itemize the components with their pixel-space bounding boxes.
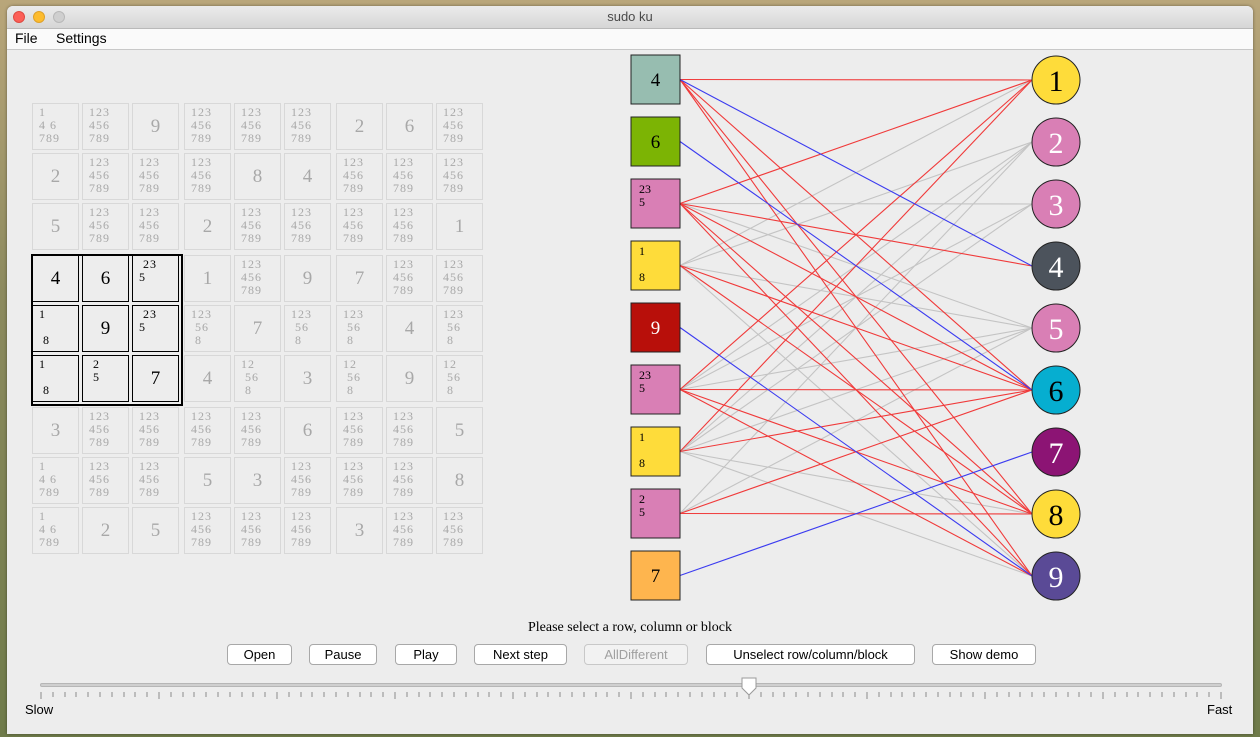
cell-node-candidates: 5 — [639, 195, 645, 209]
value-node-label: 9 — [1049, 561, 1064, 594]
main-content: 1 4 6 789 123 456 789 9 123 456 789 123 456 … — [7, 50, 1253, 734]
show-demo-button[interactable]: Show demo — [932, 644, 1036, 665]
title-bar: sudo ku — [7, 6, 1253, 29]
value-node-label: 8 — [1049, 499, 1064, 532]
status-message: Please select a row, column or block — [528, 620, 732, 635]
speed-slider[interactable] — [40, 683, 1222, 687]
cell-node-label: 4 — [651, 70, 661, 91]
graph-edge — [679, 388, 1033, 391]
constraint-graph: 46 2351 89 2351 8 2 57123456789 — [630, 54, 1081, 601]
app-window: sudo ku File Settings 1 4 6 789 123 456 7… — [7, 6, 1253, 734]
cell-node-candidates: 1 — [639, 244, 645, 258]
slider-min-label: Slow — [25, 702, 54, 717]
slider-thumb[interactable] — [740, 677, 758, 697]
unselect-button[interactable]: Unselect row/column/block — [706, 644, 915, 665]
cell-node-candidates: 2 — [639, 492, 645, 506]
menu-file[interactable]: File — [15, 30, 38, 46]
value-node-label: 2 — [1049, 127, 1064, 160]
cell-node-candidates: 8 — [639, 270, 645, 284]
menu-bar: File Settings — [7, 29, 1253, 50]
open-button[interactable]: Open — [227, 644, 292, 665]
menu-settings[interactable]: Settings — [56, 30, 107, 46]
graph-edge — [679, 79, 1033, 205]
cell-node-candidates: 5 — [639, 381, 645, 395]
play-button[interactable]: Play — [395, 644, 457, 665]
cell-node-label: 6 — [651, 132, 661, 153]
graph-edge — [679, 389, 1033, 577]
cell-node-label: 9 — [651, 318, 661, 339]
cell-node-label: 7 — [651, 566, 661, 587]
value-node-label: 6 — [1049, 375, 1064, 408]
graph-edge — [679, 78, 1033, 81]
graph-edge — [679, 203, 1033, 515]
value-node-label: 4 — [1049, 251, 1064, 284]
cell-node-candidates: 23 — [639, 368, 651, 382]
graph-edge — [679, 264, 1033, 391]
slider-ticks — [40, 692, 1222, 699]
alldifferent-button[interactable]: AllDifferent — [584, 644, 688, 665]
slider-max-label: Fast — [1207, 702, 1233, 717]
graph-edge — [679, 327, 1033, 577]
pause-button[interactable]: Pause — [309, 644, 377, 665]
cell-node-candidates: 8 — [639, 456, 645, 470]
cell-node-candidates: 23 — [639, 182, 651, 196]
value-node-label: 5 — [1049, 313, 1064, 346]
value-node-label: 3 — [1049, 189, 1064, 222]
cell-node-candidates: 5 — [639, 505, 645, 519]
window-title: sudo ku — [607, 9, 653, 24]
value-node-label: 7 — [1049, 437, 1064, 470]
graph-edge — [679, 389, 1033, 453]
next-step-button[interactable]: Next step — [474, 644, 567, 665]
value-node-label: 1 — [1049, 65, 1064, 98]
cell-node-candidates: 1 — [639, 430, 645, 444]
